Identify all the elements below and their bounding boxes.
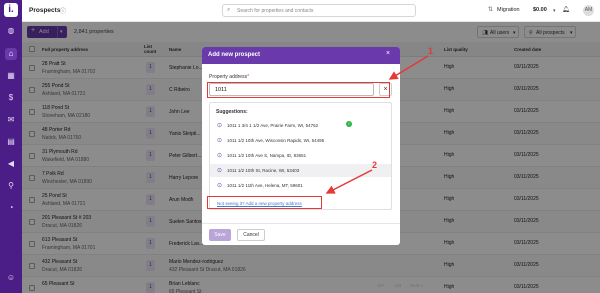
- annotation-arrows: [325, 55, 429, 194]
- annotation-arrow-1: [388, 55, 429, 80]
- annotation-arrow-2: [325, 169, 373, 194]
